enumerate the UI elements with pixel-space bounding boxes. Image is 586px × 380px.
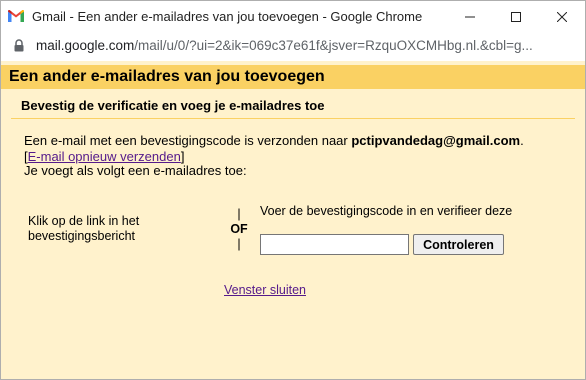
close-icon — [557, 12, 567, 22]
title-bar: Gmail - Een ander e-mailadres van jou to… — [1, 1, 585, 33]
confirmation-message: Een e-mail met een bevestigingscode is v… — [24, 133, 524, 148]
maximize-icon — [511, 12, 521, 22]
url-host: mail.google.com — [36, 38, 135, 53]
minimize-icon — [465, 16, 475, 18]
subheader-title: Bevestig de verificatie en voeg je e-mai… — [21, 98, 325, 113]
browser-window: Gmail - Een ander e-mailadres van jou to… — [0, 0, 586, 380]
resend-email-link[interactable]: E-mail opnieuw verzenden — [28, 149, 181, 164]
dialog-title: Een ander e-mailadres van jou toevoegen — [9, 68, 325, 85]
maximize-button[interactable] — [493, 1, 539, 33]
option-enter-code: Voer de bevestigingscode in en verifieer… — [260, 204, 513, 218]
minimize-button[interactable] — [447, 1, 493, 33]
dialog-content: Een ander e-mailadres van jou toevoegen … — [1, 61, 585, 379]
close-window-button[interactable] — [539, 1, 585, 33]
close-window-link[interactable]: Venster sluiten — [224, 283, 306, 297]
or-divider: | OF | — [230, 207, 248, 252]
verify-button[interactable]: Controleren — [413, 234, 504, 255]
option-click-link: Klik op de link in het bevestigingsberic… — [28, 214, 140, 243]
message-prefix: Een e-mail met een bevestigingscode is v… — [24, 133, 352, 148]
dialog-header: Een ander e-mailadres van jou toevoegen — [1, 65, 585, 89]
resend-bracket-close: ] — [180, 149, 185, 164]
url-text[interactable]: mail.google.com/mail/u/0/?ui=2&ik=069c37… — [36, 38, 582, 53]
lock-icon — [14, 39, 24, 52]
or-label: OF — [230, 222, 248, 236]
verification-code-input[interactable] — [260, 234, 409, 255]
url-path: /mail/u/0/?ui=2&ik=069c37e61f&jsver=Rzqu… — [134, 38, 533, 53]
adding-instructions: Je voegt als volgt een e-mailadres toe: — [24, 163, 247, 178]
resend-line: [E-mail opnieuw verzenden] — [24, 149, 184, 164]
gmail-icon — [8, 10, 24, 22]
or-bar-bottom: | — [237, 237, 241, 251]
email-address: pctipvandedag@gmail.com — [351, 133, 521, 148]
or-bar-top: | — [237, 207, 241, 221]
dialog-subheader: Bevestig de verificatie en voeg je e-mai… — [11, 91, 575, 119]
window-title: Gmail - Een ander e-mailadres van jou to… — [32, 9, 423, 24]
address-bar[interactable]: mail.google.com/mail/u/0/?ui=2&ik=069c37… — [1, 33, 585, 59]
message-suffix: . — [520, 133, 524, 148]
